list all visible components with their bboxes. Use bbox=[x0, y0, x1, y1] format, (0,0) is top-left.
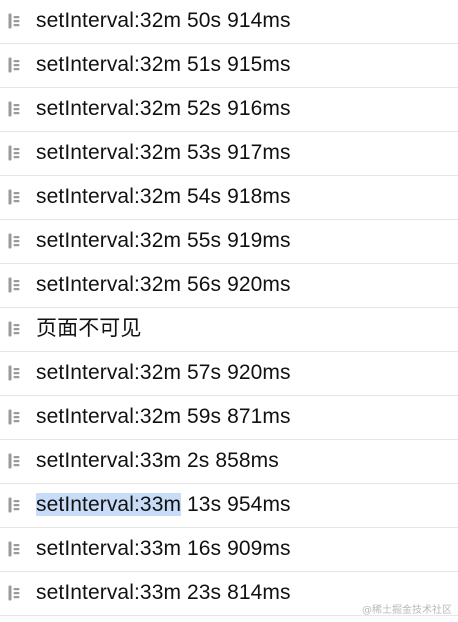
log-entry-icon bbox=[8, 409, 20, 425]
log-entry-icon bbox=[8, 585, 20, 601]
log-entry-icon bbox=[8, 13, 20, 29]
log-entry-icon bbox=[8, 453, 20, 469]
log-entry-icon bbox=[8, 365, 20, 381]
log-entry-icon bbox=[8, 57, 20, 73]
log-row[interactable]: setInterval:32m 59s 871ms bbox=[0, 396, 458, 440]
log-message: setInterval:33m 13s 954ms bbox=[36, 493, 291, 516]
log-row[interactable]: setInterval:32m 53s 917ms bbox=[0, 132, 458, 176]
log-entry-icon bbox=[8, 189, 20, 205]
log-entry-icon bbox=[8, 541, 20, 557]
log-message: setInterval:33m 2s 858ms bbox=[36, 449, 279, 472]
log-row[interactable]: setInterval:32m 57s 920ms bbox=[0, 352, 458, 396]
log-entry-icon bbox=[8, 101, 20, 117]
log-row[interactable]: 页面不可见 bbox=[0, 308, 458, 352]
log-entry-icon bbox=[8, 277, 20, 293]
log-message: setInterval:33m 23s 814ms bbox=[36, 581, 291, 604]
log-message: setInterval:32m 59s 871ms bbox=[36, 405, 291, 428]
log-entry-icon bbox=[8, 497, 20, 513]
watermark: @稀土掘金技术社区 bbox=[362, 605, 452, 616]
log-row[interactable]: setInterval:32m 54s 918ms bbox=[0, 176, 458, 220]
log-message: 页面不可见 bbox=[36, 317, 142, 340]
log-row[interactable]: setInterval:32m 56s 920ms bbox=[0, 264, 458, 308]
log-message: setInterval:32m 50s 914ms bbox=[36, 9, 291, 32]
log-row[interactable]: setInterval:32m 50s 914ms bbox=[0, 0, 458, 44]
log-message: setInterval:33m 16s 909ms bbox=[36, 537, 291, 560]
log-message: setInterval:32m 52s 916ms bbox=[36, 97, 291, 120]
log-message: setInterval:32m 51s 915ms bbox=[36, 53, 291, 76]
log-row[interactable]: setInterval:33m 2s 858ms bbox=[0, 440, 458, 484]
text-selection: setInterval:33m bbox=[36, 493, 182, 516]
log-message: setInterval:32m 57s 920ms bbox=[36, 361, 291, 384]
log-message: setInterval:32m 53s 917ms bbox=[36, 141, 291, 164]
log-row[interactable]: setInterval:32m 51s 915ms bbox=[0, 44, 458, 88]
log-message: setInterval:32m 56s 920ms bbox=[36, 273, 291, 296]
log-row[interactable]: setInterval:33m 16s 909ms bbox=[0, 528, 458, 572]
log-row[interactable]: setInterval:32m 55s 919ms bbox=[0, 220, 458, 264]
log-row[interactable]: setInterval:32m 52s 916ms bbox=[0, 88, 458, 132]
console-log-list: setInterval:32m 50s 914ms setInterval:32… bbox=[0, 0, 458, 616]
log-entry-icon bbox=[8, 233, 20, 249]
log-row[interactable]: setInterval:33m 13s 954ms bbox=[0, 484, 458, 528]
log-message: setInterval:32m 55s 919ms bbox=[36, 229, 291, 252]
log-message: setInterval:32m 54s 918ms bbox=[36, 185, 291, 208]
log-entry-icon bbox=[8, 145, 20, 161]
log-entry-icon bbox=[8, 321, 20, 337]
